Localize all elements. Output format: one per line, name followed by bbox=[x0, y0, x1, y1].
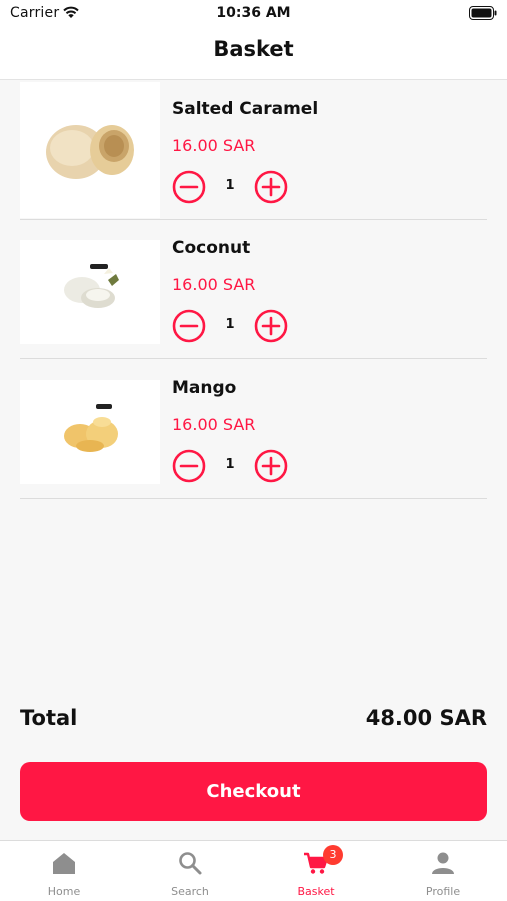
increase-quantity-button[interactable] bbox=[254, 309, 288, 343]
tab-search[interactable]: Search bbox=[127, 841, 253, 901]
product-image-mango bbox=[20, 380, 160, 484]
total-value: 48.00 SAR bbox=[365, 706, 487, 730]
tab-home[interactable]: Home bbox=[1, 841, 127, 901]
product-image-salted-caramel bbox=[20, 82, 160, 218]
clock: 10:36 AM bbox=[216, 5, 291, 21]
cart-count-badge: 3 bbox=[323, 845, 343, 865]
increase-quantity-button[interactable] bbox=[254, 170, 288, 204]
item-quantity: 1 bbox=[225, 178, 235, 193]
tab-label: Profile bbox=[425, 885, 461, 898]
status-bar: Carrier 10:36 AM bbox=[0, 0, 507, 28]
tab-profile[interactable]: Profile bbox=[380, 841, 506, 901]
decrease-quantity-button[interactable] bbox=[172, 309, 206, 343]
basket-item: Salted Caramel 16.00 SAR 1 bbox=[20, 82, 487, 220]
decrease-quantity-button[interactable] bbox=[172, 170, 206, 204]
person-icon bbox=[432, 852, 454, 874]
item-name: Salted Caramel bbox=[172, 99, 319, 119]
increase-quantity-button[interactable] bbox=[254, 449, 288, 483]
item-quantity: 1 bbox=[225, 317, 235, 332]
home-icon bbox=[53, 853, 75, 874]
navigation-bar: Basket bbox=[0, 28, 507, 80]
battery-icon bbox=[469, 6, 497, 20]
page-title: Basket bbox=[213, 37, 294, 61]
tab-label: Basket bbox=[297, 885, 335, 898]
item-quantity: 1 bbox=[225, 457, 235, 472]
basket-item: Mango 16.00 SAR 1 bbox=[20, 361, 487, 499]
tab-bar: Home Search 3 Basket Profile bbox=[0, 840, 507, 901]
item-name: Mango bbox=[172, 378, 237, 398]
checkout-button[interactable]: Checkout bbox=[20, 762, 487, 821]
product-image-coconut bbox=[20, 240, 160, 344]
decrease-quantity-button[interactable] bbox=[172, 449, 206, 483]
tab-basket[interactable]: 3 Basket bbox=[253, 841, 379, 901]
item-name: Coconut bbox=[172, 238, 251, 258]
tab-label: Search bbox=[171, 885, 209, 898]
tab-label: Home bbox=[47, 885, 81, 898]
basket-item: Coconut 16.00 SAR 1 bbox=[20, 221, 487, 359]
total-label: Total bbox=[20, 706, 78, 730]
search-icon bbox=[179, 852, 202, 875]
item-price: 16.00 SAR bbox=[172, 415, 256, 434]
item-price: 16.00 SAR bbox=[172, 275, 256, 294]
item-price: 16.00 SAR bbox=[172, 136, 256, 155]
